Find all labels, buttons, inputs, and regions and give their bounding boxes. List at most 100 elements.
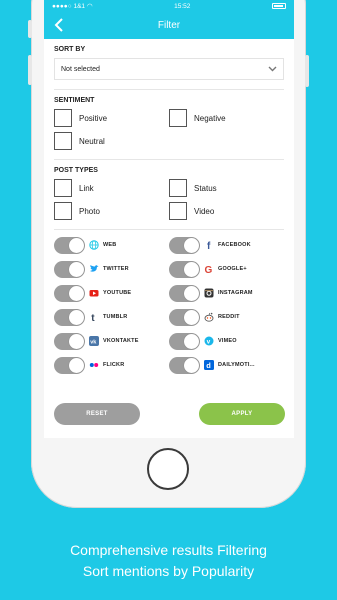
- sentiment-option-negative[interactable]: Negative: [169, 109, 284, 127]
- source-label: VIMEO: [218, 338, 237, 344]
- source-toggles: WEB f FACEBOOK TWITTER G GOOGLE+ YOUTUBE…: [44, 230, 294, 374]
- flickr-icon: [89, 360, 99, 370]
- checkbox[interactable]: [54, 202, 72, 220]
- globe-icon: [89, 240, 99, 250]
- source-vimeo: v VIMEO: [169, 332, 284, 350]
- source-label: VKONTAKTE: [103, 338, 139, 344]
- home-button[interactable]: [147, 448, 189, 490]
- reddit-icon: [204, 312, 214, 322]
- toggle-switch[interactable]: [54, 332, 85, 350]
- action-buttons: RESET APPLY: [44, 403, 294, 425]
- post-type-options: Link Status Photo Video: [44, 174, 294, 220]
- toggle-switch[interactable]: [54, 260, 85, 278]
- source-label: DAILYMOTI...: [218, 362, 255, 368]
- source-dailymotion: d DAILYMOTI...: [169, 356, 284, 374]
- chevron-down-icon: [268, 66, 277, 72]
- checkbox[interactable]: [54, 109, 72, 127]
- phone-side-button: [28, 20, 32, 38]
- source-flickr: FLICKR: [54, 356, 169, 374]
- post-type-option-photo[interactable]: Photo: [54, 202, 169, 220]
- checkbox-label: Link: [79, 183, 94, 193]
- app-screen: ●●●●○ 1&1 ◠ 15:52 Filter SORT BY Not sel…: [44, 0, 294, 438]
- sentiment-option-positive[interactable]: Positive: [54, 109, 169, 127]
- status-bar: ●●●●○ 1&1 ◠ 15:52: [44, 0, 294, 12]
- sentiment-option-neutral[interactable]: Neutral: [54, 132, 169, 150]
- sort-by-select[interactable]: Not selected: [54, 58, 284, 80]
- phone-side-button: [28, 55, 32, 85]
- vimeo-icon: v: [204, 336, 214, 346]
- svg-text:d: d: [206, 361, 211, 370]
- back-button[interactable]: [51, 16, 67, 34]
- toggle-switch[interactable]: [169, 236, 200, 254]
- post-type-option-link[interactable]: Link: [54, 179, 169, 197]
- post-types-label: POST TYPES: [54, 167, 98, 174]
- checkbox[interactable]: [169, 202, 187, 220]
- carrier-label: ●●●●○ 1&1 ◠: [52, 2, 93, 10]
- nav-bar: Filter: [44, 12, 294, 39]
- toggle-switch[interactable]: [169, 284, 200, 302]
- svg-text:v: v: [207, 338, 211, 345]
- source-label: TWITTER: [103, 266, 129, 272]
- apply-button[interactable]: APPLY: [199, 403, 285, 425]
- source-google-plus: G GOOGLE+: [169, 260, 284, 278]
- page-title: Filter: [157, 20, 181, 31]
- dailymotion-icon: d: [204, 360, 214, 370]
- svg-text:G: G: [205, 265, 213, 274]
- sentiment-label: SENTIMENT: [54, 97, 95, 104]
- source-label: REDDIT: [218, 314, 240, 320]
- twitter-icon: [89, 264, 99, 274]
- source-tumblr: t TUMBLR: [54, 308, 169, 326]
- battery-icon: [271, 3, 286, 9]
- toggle-switch[interactable]: [54, 308, 85, 326]
- checkbox-label: Neutral: [79, 136, 105, 146]
- source-instagram: INSTAGRAM: [169, 284, 284, 302]
- post-type-option-status[interactable]: Status: [169, 179, 284, 197]
- checkbox[interactable]: [54, 132, 72, 150]
- signal-icon: ●●●●○: [52, 3, 72, 10]
- checkbox-label: Photo: [79, 206, 100, 216]
- vk-icon: vk: [89, 336, 99, 346]
- toggle-switch[interactable]: [54, 284, 85, 302]
- toggle-switch[interactable]: [169, 260, 200, 278]
- checkbox[interactable]: [54, 179, 72, 197]
- reset-button[interactable]: RESET: [54, 403, 140, 425]
- toggle-switch[interactable]: [169, 332, 200, 350]
- source-label: FLICKR: [103, 362, 125, 368]
- svg-text:vk: vk: [90, 339, 97, 345]
- post-type-option-video[interactable]: Video: [169, 202, 284, 220]
- source-web: WEB: [54, 236, 169, 254]
- source-youtube: YOUTUBE: [54, 284, 169, 302]
- google-icon: G: [204, 264, 214, 274]
- wifi-icon: ◠: [86, 3, 93, 10]
- source-reddit: REDDIT: [169, 308, 284, 326]
- checkbox[interactable]: [169, 179, 187, 197]
- toggle-switch[interactable]: [169, 356, 200, 374]
- sort-by-value: Not selected: [61, 65, 100, 73]
- sentiment-options: Positive Negative Neutral: [44, 104, 294, 150]
- checkbox-label: Negative: [194, 113, 226, 123]
- checkbox-label: Positive: [79, 113, 108, 123]
- sort-by-label: SORT BY: [54, 46, 86, 53]
- source-label: INSTAGRAM: [218, 290, 253, 296]
- svg-text:f: f: [207, 241, 211, 250]
- source-vkontakte: vk VKONTAKTE: [54, 332, 169, 350]
- source-label: GOOGLE+: [218, 266, 247, 272]
- toggle-switch[interactable]: [169, 308, 200, 326]
- carrier-text: 1&1: [73, 3, 86, 10]
- toggle-switch[interactable]: [54, 356, 85, 374]
- checkbox[interactable]: [169, 109, 187, 127]
- toggle-switch[interactable]: [54, 236, 85, 254]
- caption-line-1: Comprehensive results Filtering: [70, 542, 267, 558]
- chevron-left-icon: [54, 18, 63, 32]
- caption-line-2: Sort mentions by Popularity: [82, 563, 255, 579]
- instagram-icon: [204, 288, 214, 298]
- youtube-icon: [89, 288, 99, 298]
- facebook-icon: f: [204, 240, 214, 250]
- svg-text:t: t: [91, 313, 95, 322]
- checkbox-label: Status: [194, 183, 217, 193]
- source-label: FACEBOOK: [218, 242, 251, 248]
- source-twitter: TWITTER: [54, 260, 169, 278]
- source-label: WEB: [103, 242, 117, 248]
- source-facebook: f FACEBOOK: [169, 236, 284, 254]
- phone-side-button: [305, 55, 309, 87]
